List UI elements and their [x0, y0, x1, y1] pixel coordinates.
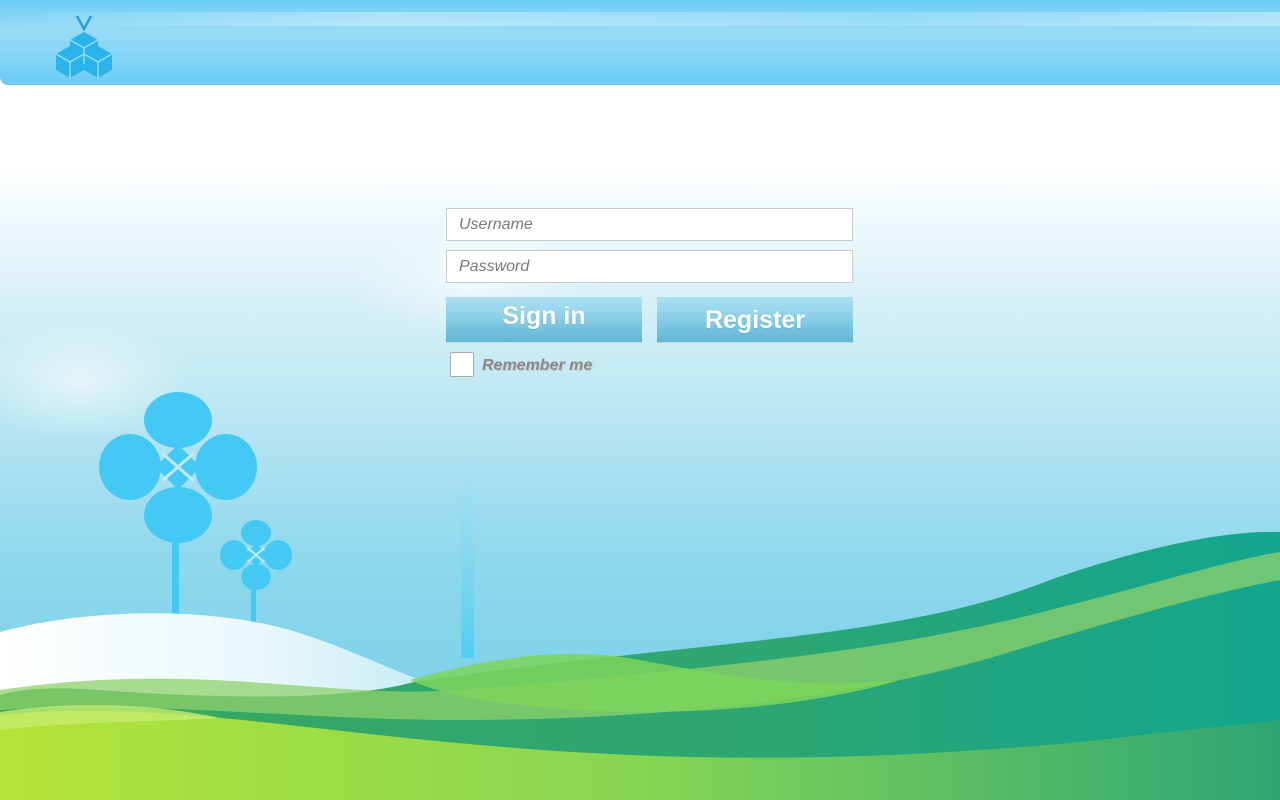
- button-row: Sign in Register: [446, 297, 853, 342]
- remember-me-checkbox[interactable]: [450, 352, 474, 377]
- flower-icon: [220, 520, 292, 625]
- username-input[interactable]: [446, 208, 853, 241]
- faint-stem: [461, 400, 474, 658]
- remember-me-label: Remember me: [482, 357, 593, 374]
- remember-me-row: Remember me: [446, 351, 853, 379]
- password-input[interactable]: [446, 250, 853, 283]
- sign-in-button[interactable]: Sign in: [446, 297, 642, 342]
- login-form: Sign in Register Remember me: [446, 208, 853, 379]
- background-scenery: [0, 220, 1280, 800]
- register-button[interactable]: Register: [657, 297, 853, 342]
